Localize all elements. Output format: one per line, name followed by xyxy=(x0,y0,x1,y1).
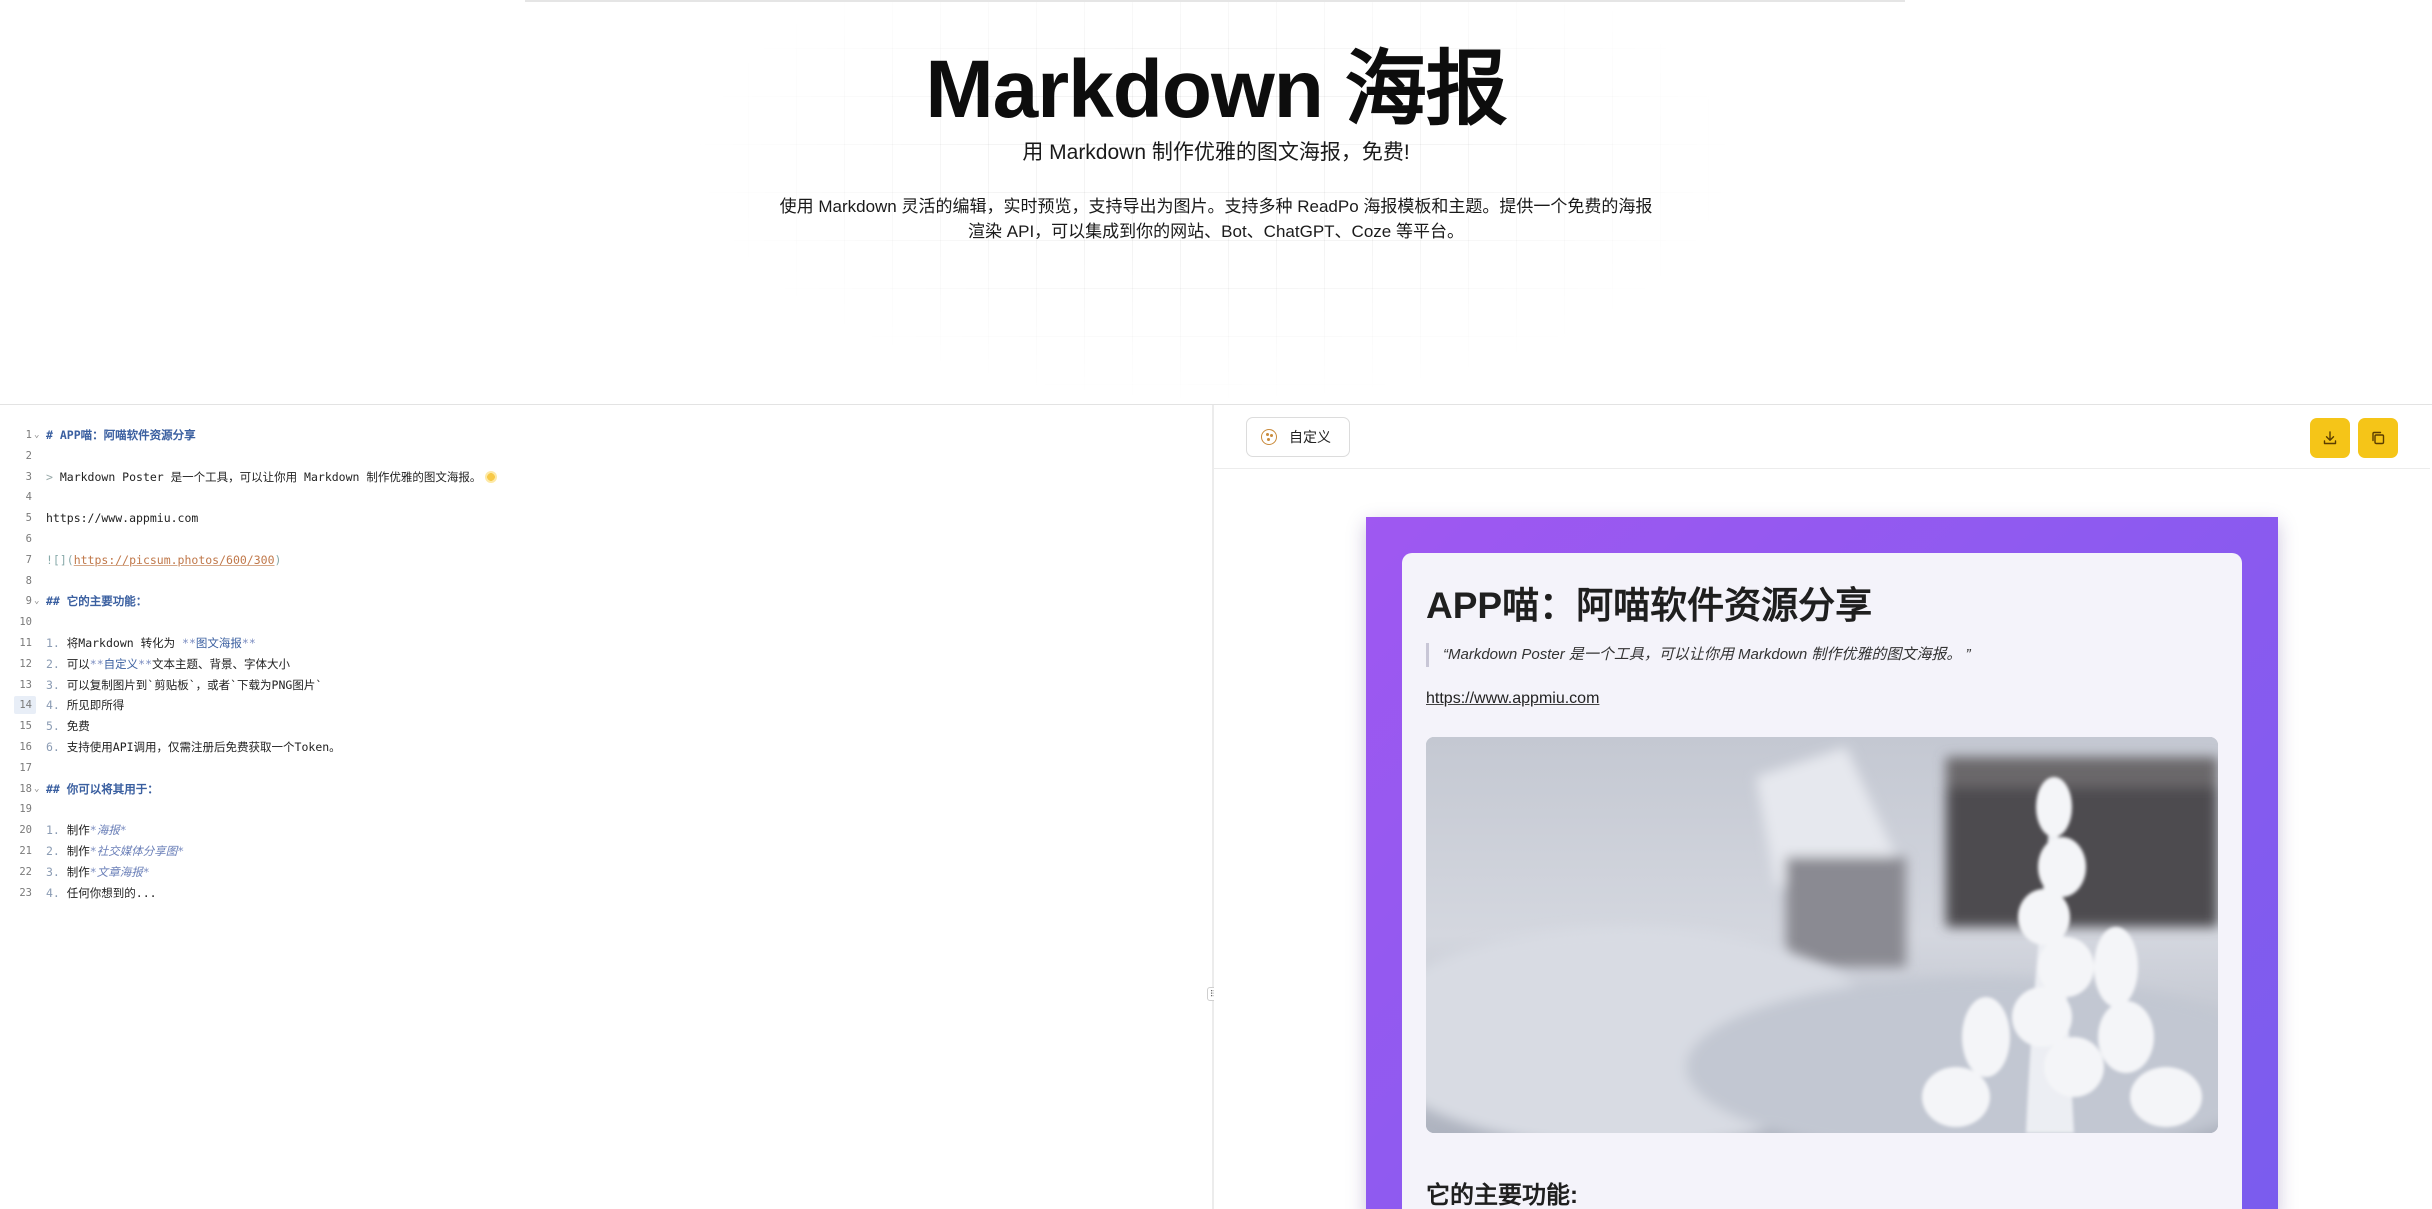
line-number: 13 xyxy=(19,678,32,691)
editor-line[interactable]: 14 4. 所见即所得 xyxy=(0,695,1212,716)
preview-pane: 自定义 APP喵：阿喵软件资源分享 “Markdown Poster 是一个工具… xyxy=(1214,405,2430,1209)
editor-line-text: 2. 制作*社交媒体分享图* xyxy=(46,843,185,858)
editor-line-text: 6. 支持使用API调用，仅需注册后免费获取一个Token。 xyxy=(46,739,341,754)
editor-line[interactable]: 18 ⌄ ## 你可以将其用于： xyxy=(0,779,1212,800)
markdown-editor[interactable]: 1 ⌄ # APP喵：阿喵软件资源分享 2 3 > Markdown Poster 是一个… xyxy=(0,405,1212,1209)
line-number: 22 xyxy=(19,865,32,878)
editor-line[interactable]: 16 6. 支持使用API调用，仅需注册后免费获取一个Token。 xyxy=(0,737,1212,758)
editor-line[interactable]: 7 ![](https://picsum.photos/600/300) xyxy=(0,550,1212,571)
editor-line-text: 1. 将Markdown 转化为 **图文海报** xyxy=(46,635,256,650)
workspace: 1 ⌄ # APP喵：阿喵软件资源分享 2 3 > Markdown Poster 是一个… xyxy=(0,404,2432,1209)
editor-line[interactable]: 11 1. 将Markdown 转化为 **图文海报** xyxy=(0,633,1212,654)
line-number: 17 xyxy=(19,761,32,774)
hero-top-divider xyxy=(525,0,1905,2)
line-number: 15 xyxy=(19,720,32,733)
editor-line[interactable]: 2 xyxy=(0,446,1212,467)
poster-image xyxy=(1426,737,2218,1133)
line-number: 2 xyxy=(25,449,32,462)
line-number: 1 xyxy=(25,429,32,441)
customize-button-label: 自定义 xyxy=(1289,429,1331,445)
poster-card: APP喵：阿喵软件资源分享 “Markdown Poster 是一个工具，可以让… xyxy=(1402,553,2242,1209)
line-number: 4 xyxy=(25,491,32,504)
poster: APP喵：阿喵软件资源分享 “Markdown Poster 是一个工具，可以让… xyxy=(1366,517,2278,1209)
poster-section-title: 它的主要功能: xyxy=(1426,1182,1578,1209)
copy-button[interactable] xyxy=(2358,418,2398,458)
preview-toolbar: 自定义 xyxy=(1214,405,2430,469)
poster-canvas: APP喵：阿喵软件资源分享 “Markdown Poster 是一个工具，可以让… xyxy=(1214,469,2430,1209)
line-number: 12 xyxy=(19,657,32,670)
poster-blockquote: “Markdown Poster 是一个工具，可以让你用 Markdown 制作… xyxy=(1426,643,1971,667)
fold-chevron-icon[interactable]: ⌄ xyxy=(34,779,39,800)
line-number: 18 xyxy=(19,782,32,795)
line-number: 9 xyxy=(25,595,32,608)
fold-chevron-icon[interactable]: ⌄ xyxy=(34,591,39,612)
line-number: 11 xyxy=(19,636,32,649)
editor-line-text: 2. 可以**自定义**文本主题、背景、字体大小 xyxy=(46,656,291,671)
download-button[interactable] xyxy=(2310,418,2350,458)
sun-emoji-icon xyxy=(485,471,498,484)
line-number: 3 xyxy=(25,470,32,483)
editor-line-text: 4. 所见即所得 xyxy=(46,698,125,713)
editor-line[interactable]: 8 xyxy=(0,571,1212,592)
editor-line[interactable]: 13 3. 可以复制图片到`剪贴板`，或者`下载为PNG图片` xyxy=(0,675,1212,696)
customize-button[interactable]: 自定义 xyxy=(1246,417,1350,457)
editor-line-text: https://www.appmiu.com xyxy=(46,511,199,526)
editor-line-text: ## 你可以将其用于： xyxy=(46,781,159,796)
editor-line-text: > Markdown Poster 是一个工具，可以让你用 Markdown 制… xyxy=(46,467,498,488)
editor-line[interactable]: 3 > Markdown Poster 是一个工具，可以让你用 Markdown … xyxy=(0,467,1212,488)
download-icon xyxy=(2323,431,2337,445)
line-number: 21 xyxy=(19,844,32,857)
editor-line[interactable]: 21 2. 制作*社交媒体分享图* xyxy=(0,841,1212,862)
editor-line[interactable]: 5 https://www.appmiu.com xyxy=(0,508,1212,529)
editor-line[interactable]: 6 xyxy=(0,529,1212,550)
editor-line-text: 1. 制作*海报* xyxy=(46,823,127,838)
line-number: 20 xyxy=(19,824,32,837)
poster-quote-text: “Markdown Poster 是一个工具，可以让你用 Markdown 制作… xyxy=(1443,646,1971,663)
editor-line-text: # APP喵：阿喵软件资源分享 xyxy=(46,428,196,442)
editor-line[interactable]: 9 ⌄ ## 它的主要功能： xyxy=(0,591,1212,612)
hero-section: Markdown 海报 用 Markdown 制作优雅的图文海报，免费! 使用 … xyxy=(0,0,2432,400)
editor-line[interactable]: 10 xyxy=(0,612,1212,633)
frosted-plants-photo xyxy=(1426,737,2218,1133)
editor-line-text: ## 它的主要功能： xyxy=(46,594,148,609)
editor-line[interactable]: 23 4. 任何你想到的... xyxy=(0,883,1212,904)
editor-line[interactable]: 20 1. 制作*海报* xyxy=(0,820,1212,841)
editor-line[interactable]: 12 2. 可以**自定义**文本主题、背景、字体大小 xyxy=(0,654,1212,675)
editor-line[interactable]: 19 xyxy=(0,799,1212,820)
editor-line-text: 3. 可以复制图片到`剪贴板`，或者`下载为PNG图片` xyxy=(46,677,323,692)
line-number: 6 xyxy=(25,532,32,545)
editor-line[interactable]: 4 xyxy=(0,487,1212,508)
line-number: 16 xyxy=(19,740,32,753)
page-description: 使用 Markdown 灵活的编辑，实时预览，支持导出为图片。支持多种 Read… xyxy=(779,197,1653,241)
editor-line-text: ![](https://picsum.photos/600/300) xyxy=(46,552,282,567)
editor-line-text: 5. 免费 xyxy=(46,719,90,734)
line-number: 14 xyxy=(19,699,32,712)
palette-icon xyxy=(1261,429,1277,445)
editor-line-text: 4. 任何你想到的... xyxy=(46,885,157,900)
line-number: 7 xyxy=(25,553,32,566)
page-title: Markdown 海报 xyxy=(925,44,1507,135)
editor-line[interactable]: 1 ⌄ # APP喵：阿喵软件资源分享 xyxy=(0,425,1212,446)
fold-chevron-icon[interactable]: ⌄ xyxy=(34,425,39,446)
editor-line[interactable]: 22 3. 制作*文章海报* xyxy=(0,862,1212,883)
poster-link[interactable]: https://www.appmiu.com xyxy=(1426,690,1599,708)
line-number: 19 xyxy=(19,803,32,816)
editor-line-text: 3. 制作*文章海报* xyxy=(46,864,150,879)
line-number: 5 xyxy=(25,512,32,525)
copy-icon xyxy=(2372,431,2385,445)
editor-line[interactable]: 15 5. 免费 xyxy=(0,716,1212,737)
line-number: 23 xyxy=(19,886,32,899)
line-number: 8 xyxy=(25,574,32,587)
page-subtitle: 用 Markdown 制作优雅的图文海报，免费! xyxy=(1022,141,1410,164)
editor-line[interactable]: 17 xyxy=(0,758,1212,779)
line-number: 10 xyxy=(19,616,32,629)
poster-title: APP喵：阿喵软件资源分享 xyxy=(1426,585,1873,626)
